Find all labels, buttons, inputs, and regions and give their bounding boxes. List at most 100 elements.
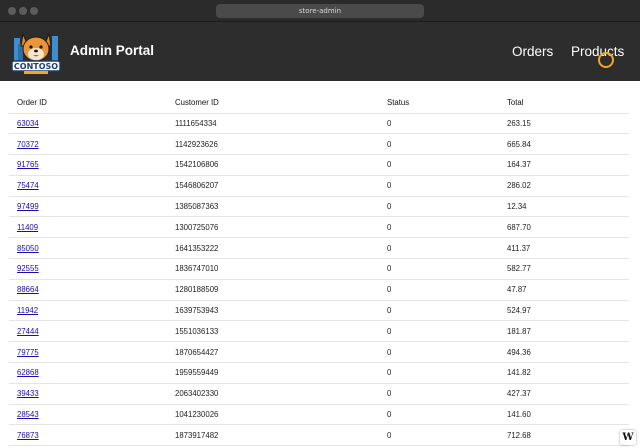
table-row: 88664 1280188509 0 47.87	[9, 279, 629, 301]
order-id-link[interactable]: 62868	[17, 368, 39, 377]
status-cell: 0	[387, 222, 392, 232]
status-cell: 0	[387, 285, 392, 295]
status-cell: 0	[387, 139, 392, 149]
order-id-cell: 62868	[9, 363, 167, 384]
app-window: store-admin CONTOSO Admin Portal Orders …	[0, 0, 640, 448]
order-id-cell: 85050	[9, 238, 167, 259]
order-id-link[interactable]: 97499	[17, 202, 39, 211]
table-row: 63034 1111654334 0 263.15	[9, 113, 629, 134]
order-id-link[interactable]: 88664	[17, 285, 39, 294]
total-cell: 263.15	[507, 118, 531, 128]
order-id-link[interactable]: 39433	[17, 389, 39, 398]
logo-text: CONTOSO	[14, 62, 58, 71]
total-cell: 141.60	[507, 410, 531, 420]
customer-id-cell: 1959559449	[175, 368, 219, 378]
total-cell: 12.34	[507, 202, 527, 212]
w-badge-icon[interactable]: W	[620, 430, 636, 445]
status-cell: 0	[387, 160, 392, 170]
cursor-highlight-ring	[598, 52, 614, 68]
status-cell: 0	[387, 181, 392, 191]
total-cell: 582.77	[507, 264, 531, 274]
customer-id-cell: 1546806207	[175, 181, 219, 191]
customer-id-cell: 1041230026	[175, 410, 219, 420]
status-cell: 0	[387, 264, 392, 274]
status-cell: 0	[387, 430, 392, 440]
order-id-link[interactable]: 92555	[17, 264, 39, 273]
customer-id-cell: 1142923626	[175, 139, 218, 149]
orders-table: Order ID Customer ID Status Total 63034 1…	[9, 93, 629, 446]
total-cell: 164.37	[507, 160, 531, 170]
column-header-status: Status	[387, 98, 410, 108]
contoso-dog-logo-icon: CONTOSO	[11, 32, 61, 74]
status-cell: 0	[387, 410, 392, 420]
status-cell: 0	[387, 389, 392, 399]
total-cell: 47.87	[507, 285, 527, 295]
status-cell: 0	[387, 118, 392, 128]
total-cell: 141.82	[507, 368, 531, 378]
table-row: 11409 1300725076 0 687.70	[9, 217, 629, 238]
window-close-dot[interactable]	[8, 7, 16, 15]
table-row: 39433 2063402330 0 427.37	[9, 383, 629, 405]
order-id-link[interactable]: 91765	[17, 160, 39, 169]
order-id-link[interactable]: 76873	[17, 431, 39, 440]
order-id-cell: 63034	[9, 113, 167, 134]
order-id-cell: 97499	[9, 196, 167, 217]
table-row: 97499 1385087363 0 12.34	[9, 196, 629, 217]
table-row: 75474 1546806207 0 286.02	[9, 175, 629, 197]
table-row: 11942 1639753943 0 524.97	[9, 300, 629, 321]
customer-id-cell: 1551036133	[175, 326, 219, 336]
order-id-cell: 75474	[9, 175, 167, 196]
nav-orders-link[interactable]: Orders	[512, 44, 553, 59]
orders-content: Order ID Customer ID Status Total 63034 1…	[0, 81, 640, 448]
table-row: 28543 1041230026 0 141.60	[9, 404, 629, 425]
order-id-link[interactable]: 79775	[17, 348, 39, 357]
total-cell: 524.97	[507, 306, 531, 316]
table-row: 92555 1836747010 0 582.77	[9, 259, 629, 280]
status-cell: 0	[387, 306, 392, 316]
order-id-link[interactable]: 11942	[17, 306, 38, 315]
table-row: 79775 1870654427 0 494.36	[9, 342, 629, 363]
customer-id-cell: 1641353222	[175, 243, 219, 253]
order-id-link[interactable]: 75474	[17, 181, 39, 190]
customer-id-cell: 1280188509	[175, 285, 219, 295]
table-row: 76873 1873917482 0 712.68	[9, 425, 629, 446]
order-id-link[interactable]: 27444	[17, 327, 39, 336]
table-row: 62868 1959559449 0 141.82	[9, 363, 629, 384]
total-cell: 181.87	[507, 326, 531, 336]
window-minimize-dot[interactable]	[19, 7, 27, 15]
customer-id-cell: 1836747010	[175, 264, 219, 274]
order-id-link[interactable]: 63034	[17, 119, 39, 128]
table-header-row: Order ID Customer ID Status Total	[9, 93, 629, 113]
table-row: 91765 1542106806 0 164.37	[9, 155, 629, 176]
table-row: 70372 1142923626 0 665.84	[9, 134, 629, 155]
table-row: 85050 1641353222 0 411.37	[9, 238, 629, 259]
total-cell: 427.37	[507, 389, 531, 399]
order-id-cell: 79775	[9, 342, 167, 363]
order-id-link[interactable]: 11409	[17, 223, 38, 232]
order-id-cell: 70372	[9, 134, 167, 155]
status-cell: 0	[387, 368, 392, 378]
order-id-cell: 91765	[9, 155, 167, 176]
column-header-order-id: Order ID	[17, 98, 47, 108]
customer-id-cell: 1870654427	[175, 347, 219, 357]
order-id-cell: 92555	[9, 259, 167, 280]
portal-title: Admin Portal	[70, 43, 155, 58]
column-header-total: Total	[507, 98, 524, 108]
customer-id-cell: 1542106806	[175, 160, 219, 170]
total-cell: 665.84	[507, 139, 531, 149]
window-maximize-dot[interactable]	[30, 7, 38, 15]
order-id-cell: 88664	[9, 279, 167, 300]
customer-id-cell: 1639753943	[175, 306, 219, 316]
app-header: CONTOSO Admin Portal Orders Products	[0, 22, 640, 81]
status-cell: 0	[387, 243, 392, 253]
order-id-cell: 11942	[9, 300, 167, 321]
order-id-cell: 11409	[9, 217, 167, 238]
order-id-link[interactable]: 85050	[17, 244, 39, 253]
order-id-link[interactable]: 28543	[17, 410, 39, 419]
order-id-cell: 27444	[9, 321, 167, 342]
status-cell: 0	[387, 347, 392, 357]
address-bar[interactable]: store-admin	[216, 4, 424, 18]
customer-id-cell: 2063402330	[175, 389, 219, 399]
order-id-cell: 76873	[9, 425, 167, 446]
order-id-link[interactable]: 70372	[17, 140, 39, 149]
